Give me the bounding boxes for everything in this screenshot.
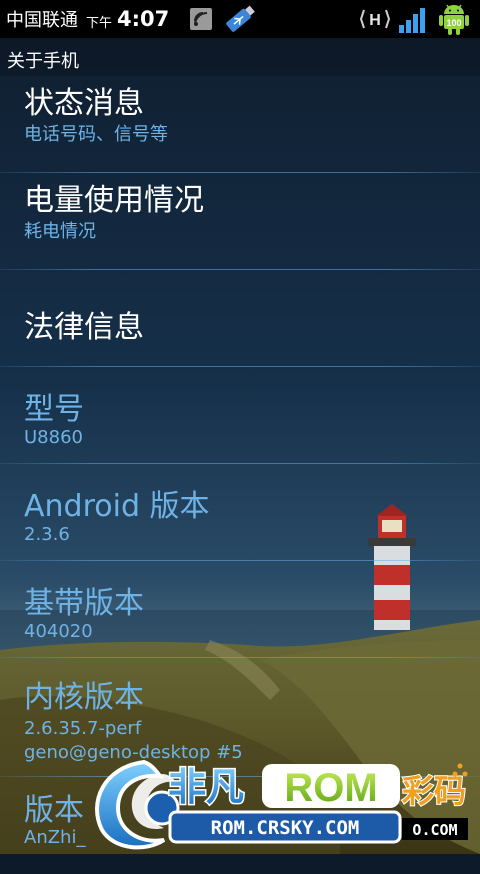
list-item-battery-use[interactable]: 电量使用情况 耗电情况 xyxy=(0,173,480,270)
item-title: 基带版本 xyxy=(24,586,144,621)
battery-level-label: 100 xyxy=(446,18,461,28)
list-item-baseband-version: 基带版本 404020 xyxy=(0,561,480,658)
watermark-url: ROM.CRSKY.COM xyxy=(211,817,360,839)
item-title: 电量使用情况 xyxy=(24,183,204,218)
list-item-status-info[interactable]: 状态消息 电话号码、信号等 xyxy=(0,76,480,173)
list-item-android-version[interactable]: Android 版本 2.3.6 xyxy=(0,464,480,561)
network-type-label: H xyxy=(369,12,381,29)
item-title: 版本 xyxy=(24,793,84,828)
list-item-model: 型号 U8860 xyxy=(0,367,480,464)
watermark-rom: ROM xyxy=(284,766,377,810)
rss-icon xyxy=(190,8,212,30)
item-subtitle: 电话号码、信号等 xyxy=(24,124,168,145)
item-title: 状态消息 xyxy=(24,86,144,121)
network-h-icon: H xyxy=(360,9,390,29)
item-title: 型号 xyxy=(24,392,84,427)
item-subtitle: AnZhi_ xyxy=(24,827,86,848)
android-battery-icon: 100 xyxy=(439,4,469,35)
crsky-watermark-logo: 非凡 ROM 彩码 ROM.CRSKY.COM O.COM xyxy=(95,759,468,850)
am-pm-label: 下午 xyxy=(86,15,113,31)
item-subtitle: 2.3.6 xyxy=(24,524,70,545)
carrier-label: 中国联通 xyxy=(6,10,78,31)
watermark-suffix: 彩码 xyxy=(402,772,466,810)
clock: 4:07 xyxy=(117,7,170,31)
item-subtitle: 2.6.35.7-perf xyxy=(24,718,142,739)
usb-icon xyxy=(226,5,255,32)
item-subtitle: 耗电情况 xyxy=(24,221,96,242)
status-bar: 中国联通 下午 4:07 H 100 xyxy=(0,0,480,38)
item-title: 内核版本 xyxy=(24,680,144,715)
item-subtitle: U8860 xyxy=(24,427,83,448)
item-title: 法律信息 xyxy=(24,310,144,345)
item-subtitle: 404020 xyxy=(24,621,93,642)
list-item-legal-info[interactable]: 法律信息 xyxy=(0,270,480,367)
page-title: 关于手机 xyxy=(7,51,79,72)
item-title: Android 版本 xyxy=(24,489,210,524)
signal-icon xyxy=(399,8,425,33)
watermark-url-suffix: O.COM xyxy=(412,821,457,839)
watermark-brand: 非凡 xyxy=(168,765,244,809)
title-bar: 关于手机 xyxy=(0,38,480,76)
